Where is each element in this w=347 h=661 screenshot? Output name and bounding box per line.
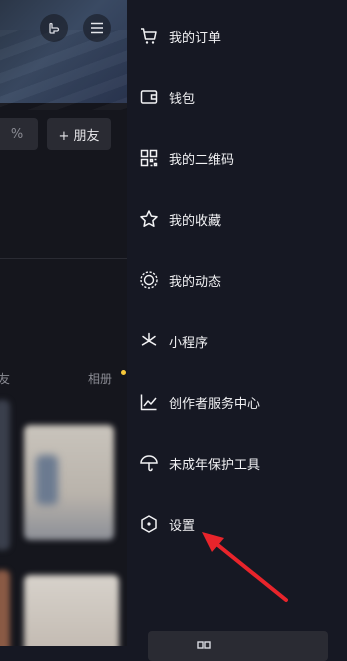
hand-pointer-icon (46, 20, 62, 36)
menu-item-label: 创作者服务中心 (169, 396, 261, 412)
settings-hexagon-icon (139, 514, 159, 534)
hamburger-icon (90, 22, 104, 34)
menu-item-activity[interactable]: 我的动态 (127, 260, 347, 300)
profile-page-background: % + 朋友 字友 相册 (0, 0, 127, 646)
menu-item-favorites[interactable]: 我的收藏 (127, 199, 347, 239)
menu-item-creator-center[interactable]: 创作者服务中心 (127, 382, 347, 422)
wallet-icon (139, 87, 159, 107)
divider (0, 258, 127, 259)
tab-album[interactable]: 相册 (88, 370, 112, 387)
menu-button[interactable] (83, 14, 111, 42)
video-thumbnail[interactable] (0, 570, 10, 646)
video-thumbnail[interactable] (24, 575, 119, 646)
menu-item-label: 我的收藏 (169, 213, 222, 229)
mini-program-icon (139, 331, 159, 351)
umbrella-icon (139, 453, 159, 473)
star-icon (139, 209, 159, 229)
menu-item-mini-programs[interactable]: 小程序 (127, 321, 347, 361)
grid-icon (197, 641, 211, 649)
menu-item-settings[interactable]: 设置 (127, 504, 347, 544)
edit-profile-button[interactable]: % (0, 118, 38, 150)
menu-item-label: 我的订单 (169, 30, 222, 46)
menu-item-label: 小程序 (169, 335, 209, 351)
menu-item-label: 钱包 (169, 91, 196, 107)
qrcode-icon (139, 148, 159, 168)
side-drawer: 我的订单 钱包 我的二维码 我的收藏 我的动态 小程序 创作者服务中心 未成年保… (127, 0, 347, 661)
edit-profile-partial-text: % (10, 126, 24, 142)
menu-item-orders[interactable]: 我的订单 (127, 16, 347, 56)
chart-icon (139, 392, 159, 412)
activity-icon (139, 270, 159, 290)
menu-item-label: 我的动态 (169, 274, 222, 290)
visitor-button[interactable] (40, 14, 68, 42)
badge-dot (121, 370, 126, 375)
tab-partial-left[interactable]: 字友 (0, 370, 10, 387)
menu-item-label: 我的二维码 (169, 152, 235, 168)
profile-cover (0, 0, 127, 110)
menu-item-wallet[interactable]: 钱包 (127, 77, 347, 117)
more-features-button[interactable] (148, 631, 328, 661)
video-thumbnail[interactable] (0, 400, 10, 550)
menu-item-label: 设置 (169, 518, 196, 534)
cart-icon (139, 26, 159, 46)
menu-item-label: 未成年保护工具 (169, 457, 261, 473)
add-friend-label: + 朋友 (58, 128, 100, 144)
add-friend-button[interactable]: + 朋友 (47, 118, 111, 150)
thumbnail-detail (36, 455, 58, 505)
menu-item-minor-protection[interactable]: 未成年保护工具 (127, 443, 347, 483)
menu-item-qrcode[interactable]: 我的二维码 (127, 138, 347, 178)
